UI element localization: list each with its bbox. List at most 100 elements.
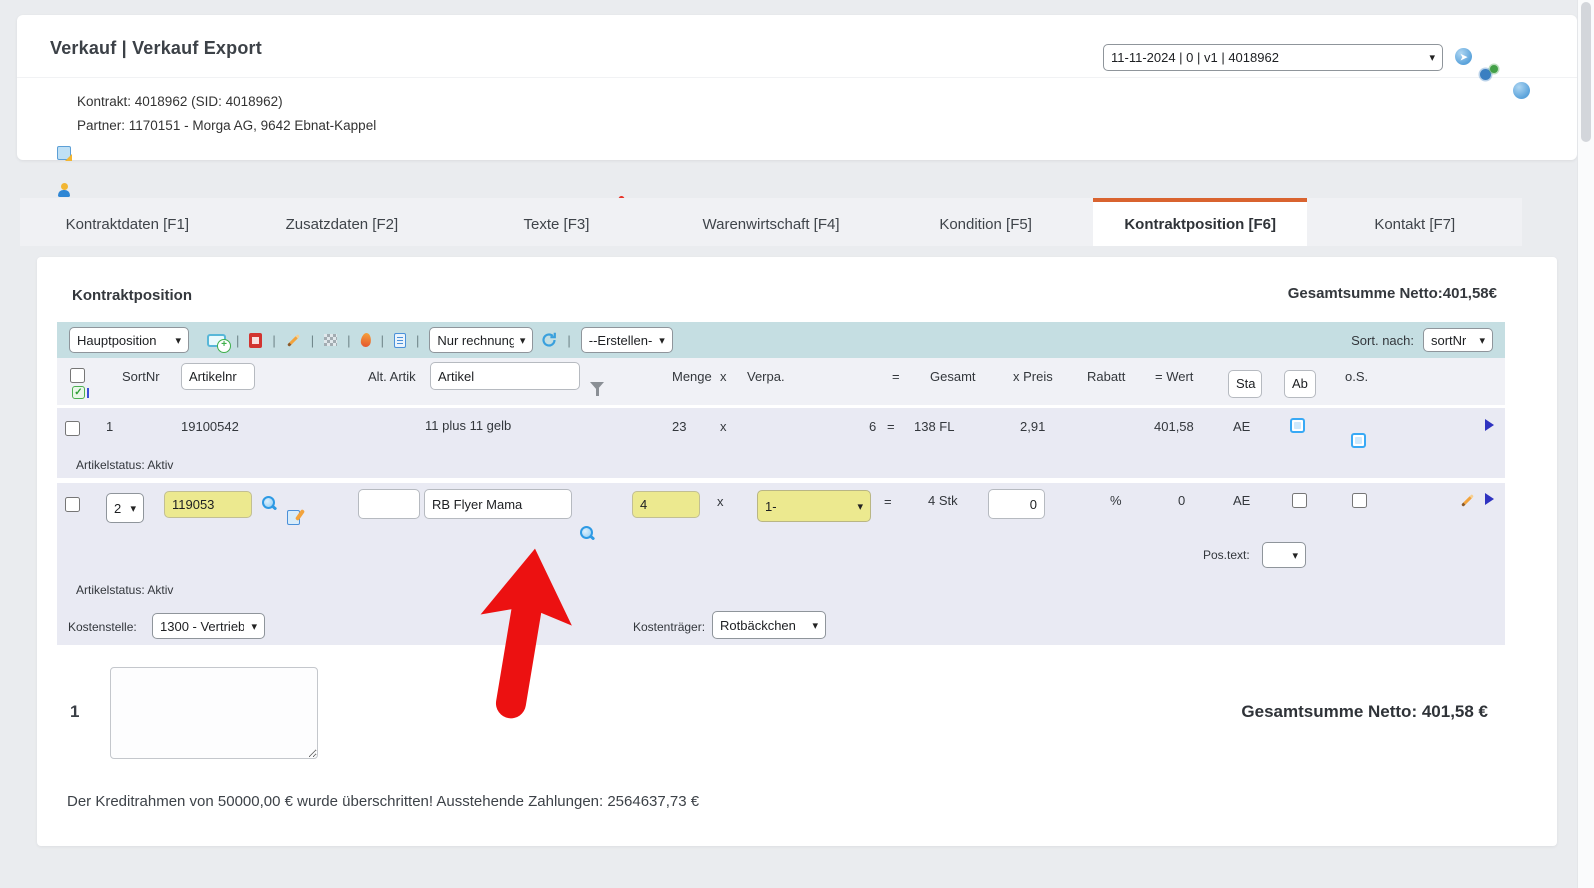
- tab-zusatzdaten[interactable]: Zusatzdaten [F2]: [235, 198, 450, 246]
- kostenstelle-select[interactable]: 1300 - Vertrieb ▾: [152, 613, 265, 639]
- tab-label: Texte [F3]: [523, 215, 590, 233]
- paste-icon[interactable]: [393, 332, 406, 348]
- postext-select[interactable]: ▾: [1262, 542, 1306, 568]
- row2-status-checkbox[interactable]: [1292, 493, 1307, 508]
- partner-icon: [57, 183, 71, 197]
- kostentraeger-label: Kostenträger:: [633, 620, 706, 634]
- separator: |: [380, 332, 384, 348]
- row2-percent: %: [1110, 493, 1122, 508]
- column-verpa: Verpa.: [747, 369, 785, 384]
- expand-row-icon[interactable]: [1485, 493, 1494, 505]
- row2-eq: =: [884, 494, 892, 509]
- article-edit-icon[interactable]: [287, 510, 300, 525]
- row2-verpackung-select[interactable]: 1- ▾: [757, 490, 871, 522]
- row1-artikelstatus: Artikelstatus: Aktiv: [76, 458, 174, 472]
- row2-rabatt-input[interactable]: [988, 489, 1045, 519]
- page-title: Verkauf | Verkauf Export: [50, 38, 262, 58]
- tab-kondition[interactable]: Kondition [F5]: [878, 198, 1093, 246]
- filter-funnel-icon[interactable]: [590, 382, 604, 396]
- kontraktposition-panel: Kontraktposition Gesamtsumme Netto:401,5…: [37, 257, 1557, 846]
- row2-unit: AE: [1233, 493, 1251, 508]
- scrollbar[interactable]: [1577, 0, 1594, 888]
- delete-position-icon[interactable]: [249, 332, 263, 348]
- row2-sortnr-value: 2: [114, 500, 122, 516]
- chevron-down-icon: ▾: [175, 334, 181, 347]
- tab-bar: Kontraktdaten [F1] Zusatzdaten [F2] Text…: [20, 198, 1522, 246]
- row1-status-checkbox[interactable]: [1290, 418, 1305, 433]
- status-column-box[interactable]: Sta: [1228, 370, 1262, 398]
- row-checkbox[interactable]: [65, 497, 80, 512]
- tab-kontakt[interactable]: Kontakt [F7]: [1307, 198, 1522, 246]
- invoice-filter-value: Nur rechnung: [437, 332, 514, 348]
- column-rabatt: Rabatt: [1087, 369, 1126, 384]
- add-position-icon[interactable]: [207, 333, 231, 353]
- row2-sortnr-select[interactable]: 2 ▾: [106, 493, 144, 523]
- chevron-down-icon: ▾: [812, 619, 818, 632]
- tab-label: Kontraktposition [F6]: [1124, 215, 1276, 233]
- row1-artikel: 11 plus 11 gelb: [425, 418, 512, 433]
- create-menu-select[interactable]: --Erstellen- ▾: [580, 327, 673, 353]
- tab-label: Zusatzdaten [F2]: [285, 215, 399, 233]
- refresh-icon[interactable]: [541, 332, 557, 348]
- ab-column-box[interactable]: Ab: [1284, 370, 1316, 398]
- expand-row-icon[interactable]: [1485, 419, 1494, 431]
- article-search-icon[interactable]: [580, 526, 595, 541]
- artikelnr-filter-input[interactable]: [181, 363, 255, 390]
- select-all-checkbox[interactable]: [70, 368, 85, 383]
- tab-label: Warenwirtschaft [F4]: [702, 215, 840, 233]
- kostentraeger-value: Rotbäckchen: [720, 617, 796, 633]
- chevron-down-icon: ▾: [251, 620, 257, 633]
- sort-select[interactable]: sortNr ▾: [1423, 328, 1493, 352]
- tab-texte[interactable]: Texte [F3]: [449, 198, 664, 246]
- chevron-down-icon: ▾: [857, 500, 863, 513]
- edit-pencil-icon[interactable]: [286, 333, 300, 347]
- row-checkbox[interactable]: [65, 421, 80, 436]
- row1-menge: 23: [672, 419, 687, 434]
- row2-verpackung-value: 1-: [765, 498, 777, 514]
- total-netto-top: Gesamtsumme Netto:401,58€: [1287, 285, 1497, 302]
- separator: |: [310, 332, 315, 348]
- tab-label: Kontakt [F7]: [1374, 215, 1456, 233]
- arrow-mark: ➤: [1460, 52, 1468, 62]
- credit-warning: Der Kreditrahmen von 50000,00 € wurde üb…: [67, 793, 700, 810]
- row2-ab-checkbox[interactable]: [1352, 493, 1367, 508]
- position-type-select[interactable]: Hauptposition ▾: [69, 327, 189, 353]
- invoice-filter-select[interactable]: Nur rechnung ▾: [429, 327, 534, 353]
- column-os: o.S.: [1345, 369, 1369, 384]
- chevron-down-icon: ▾: [659, 334, 665, 347]
- column-menge: Menge: [672, 369, 712, 384]
- separator: |: [272, 332, 276, 348]
- checkered-flag-icon[interactable]: [324, 334, 338, 346]
- position-note-textarea[interactable]: [110, 667, 318, 759]
- separator: |: [236, 332, 240, 348]
- tab-kontraktdaten[interactable]: Kontraktdaten [F1]: [20, 198, 235, 246]
- scrollbar-thumb[interactable]: [1581, 2, 1591, 142]
- tab-warenwirtschaft[interactable]: Warenwirtschaft [F4]: [664, 198, 879, 246]
- app-canvas: Verkauf | Verkauf Export 11-11-2024 | 0 …: [0, 0, 1594, 888]
- select-all-confirm-icon[interactable]: ✓: [72, 386, 89, 399]
- table-row: 1 19100542 11 plus 11 gelb 23 x 6 = 138 …: [57, 408, 1505, 478]
- kostentraeger-select[interactable]: Rotbäckchen ▾: [712, 611, 826, 639]
- column-x: x: [720, 369, 727, 384]
- article-search-icon[interactable]: [262, 496, 277, 511]
- postext-label: Pos.text:: [1203, 548, 1250, 562]
- row2-artikelnr-input[interactable]: [164, 491, 252, 518]
- artikel-filter-input[interactable]: [430, 362, 580, 390]
- row2-alt-artikel-input[interactable]: [358, 489, 420, 519]
- sort-select-value: sortNr: [1431, 332, 1467, 348]
- version-select[interactable]: 11-11-2024 | 0 | v1 | 4018962 ▾: [1103, 44, 1443, 71]
- flame-icon[interactable]: [359, 332, 372, 348]
- row2-artikel-input[interactable]: [424, 489, 572, 519]
- row2-menge-input[interactable]: [632, 491, 700, 518]
- search-action-icon[interactable]: ➤: [1455, 48, 1472, 65]
- edit-row-pencil-icon[interactable]: [1461, 494, 1474, 507]
- row1-sortnr: 1: [106, 419, 114, 434]
- settings-gears-icon[interactable]: [1480, 65, 1498, 82]
- row1-preis: 2,91: [1020, 419, 1046, 434]
- header-divider: [17, 77, 1577, 78]
- kontrakt-info: Kontrakt: 4018962 (SID: 4018962): [77, 94, 283, 109]
- globe-icon[interactable]: [1513, 82, 1530, 99]
- column-gesamt: Gesamt: [930, 369, 976, 384]
- row1-ab-checkbox[interactable]: [1351, 433, 1366, 448]
- tab-kontraktposition[interactable]: Kontraktposition [F6]: [1092, 198, 1308, 246]
